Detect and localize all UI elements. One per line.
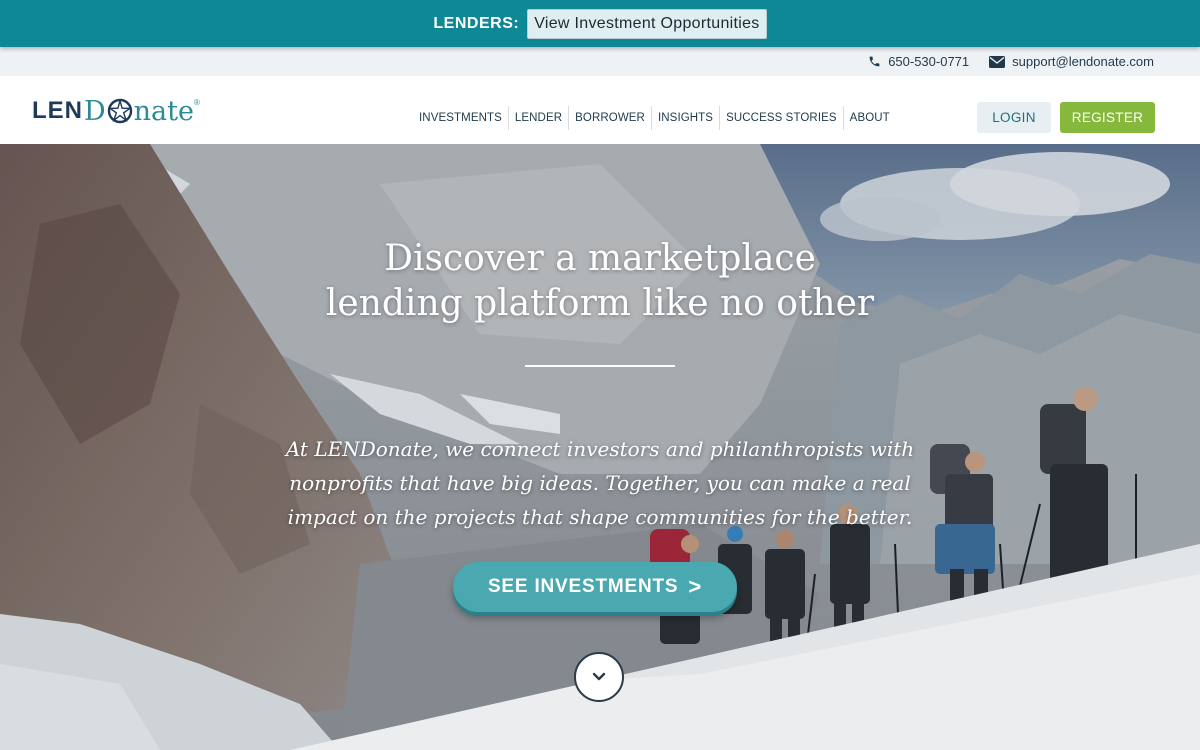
compass-star-icon — [107, 98, 132, 124]
chevron-down-icon — [592, 672, 606, 681]
site-header: LEN D nate ® INVESTMENTS LENDER BORROWER… — [0, 76, 1200, 144]
see-investments-label: SEE INVESTMENTS — [487, 576, 679, 597]
nav-item-lender[interactable]: LENDER — [509, 106, 570, 130]
hero-divider — [525, 365, 675, 367]
email-address: support@lendonate.com — [1012, 54, 1154, 69]
hero-description: At LENDonate, we connect investors and p… — [285, 437, 915, 529]
phone-icon — [868, 55, 881, 68]
logo-text-suffix: nate — [133, 95, 194, 127]
lendonate-logo[interactable]: LEN D nate ® — [32, 94, 200, 128]
register-button[interactable]: REGISTER — [1060, 102, 1155, 133]
nav-item-investments[interactable]: INVESTMENTS — [413, 106, 509, 130]
hero-title: Discover a marketplace lending platform … — [200, 236, 1000, 326]
logo-text-prefix: LEN — [32, 97, 83, 124]
nav-item-borrower[interactable]: BORROWER — [569, 106, 652, 130]
announcement-label: LENDERS: — [433, 14, 520, 32]
announcement-bar: LENDERS: View Investment Opportunities — [0, 0, 1200, 47]
see-investments-button[interactable]: SEE INVESTMENTS > — [453, 562, 737, 612]
email-link[interactable]: support@lendonate.com — [989, 54, 1154, 69]
hero-title-line-2: lending platform like no other — [325, 283, 875, 324]
nav-item-success-stories[interactable]: SUCCESS STORIES — [720, 106, 844, 130]
phone-number: 650-530-0771 — [888, 54, 970, 69]
nav-item-insights[interactable]: INSIGHTS — [652, 106, 721, 130]
scroll-down-button[interactable] — [574, 652, 624, 702]
phone-link[interactable]: 650-530-0771 — [868, 54, 969, 69]
nav-item-about[interactable]: ABOUT — [844, 106, 896, 130]
chevron-right-icon: > — [688, 574, 703, 599]
envelope-icon — [989, 55, 1006, 68]
view-investment-opportunities-button[interactable]: View Investment Opportunities — [527, 8, 767, 39]
contact-strip: 650-530-0771 support@lendonate.com — [0, 47, 1200, 76]
logo-text-d: D — [84, 95, 106, 127]
logo-registered-mark: ® — [193, 98, 200, 107]
main-nav: INVESTMENTS LENDER BORROWER INSIGHTS SUC… — [413, 106, 896, 130]
hero-title-line-1: Discover a marketplace — [384, 238, 816, 279]
hero-section: Discover a marketplace lending platform … — [0, 144, 1200, 750]
login-button[interactable]: LOGIN — [977, 102, 1051, 133]
